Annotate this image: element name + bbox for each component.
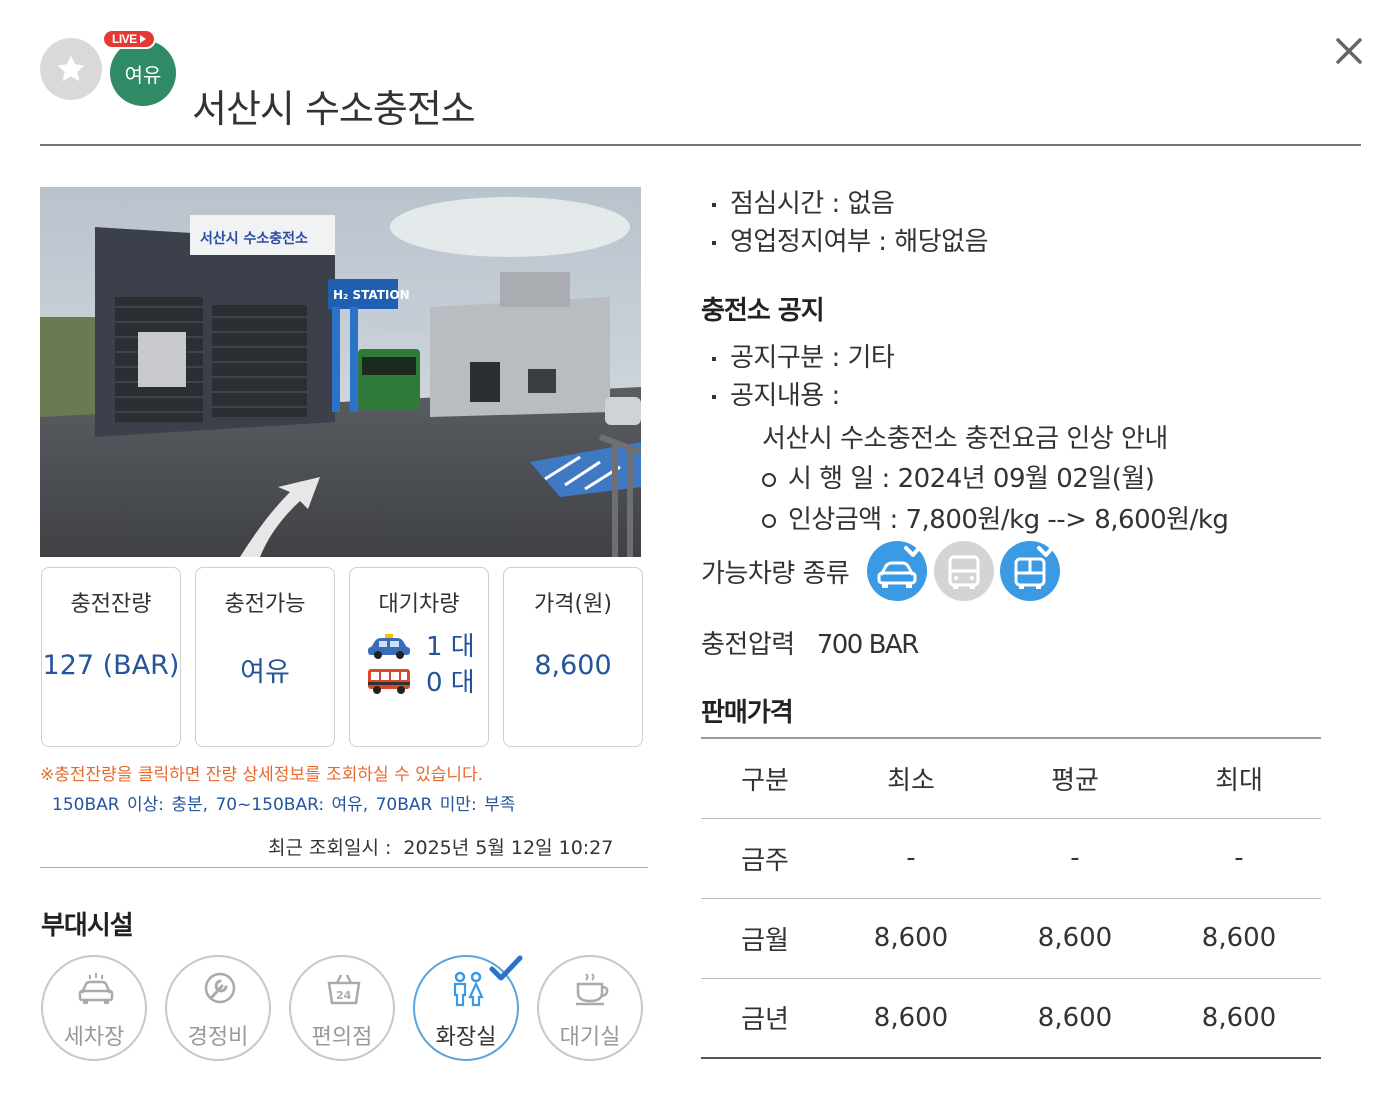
- notice-line-2: 시 행 일 : 2024년 09월 02일(월): [762, 458, 1155, 495]
- coffee-cup-icon: [576, 973, 609, 1006]
- facility-convenience-store: 24 편의점: [289, 955, 395, 1061]
- notice-content-label: 공지내용 :: [712, 375, 840, 412]
- charging-pressure: 충전압력 700 BAR: [701, 624, 920, 661]
- facility-label: 세차장: [63, 1025, 125, 1050]
- photo-h2-sign: H₂ STATION: [333, 288, 410, 302]
- table-cell: 8,600: [873, 923, 949, 953]
- facility-label: 대기실: [559, 1025, 621, 1050]
- remaining-pressure-label: 충전잔량: [70, 592, 152, 617]
- notice-line-2-text: 시 행 일 : 2024년 09월 02일(월): [788, 464, 1155, 494]
- table-header: 최소: [887, 765, 935, 796]
- facility-restroom: 화장실: [413, 955, 523, 1061]
- play-icon: [139, 35, 146, 43]
- vehicle-types-label: 가능차량 종류: [701, 559, 850, 589]
- charging-pressure-value: 700 BAR: [816, 630, 920, 660]
- wrench-icon: [204, 972, 236, 1004]
- price-table-title: 판매가격: [701, 698, 794, 728]
- last-updated-value: 2025년 5월 12일 10:27: [403, 837, 614, 859]
- table-header: 평균: [1051, 765, 1099, 796]
- header-divider: [40, 144, 1361, 146]
- last-updated-label: 최근 조회일시 :: [268, 837, 392, 859]
- waiting-bus-count: 0 대: [426, 668, 475, 698]
- waiting-car-row: 1 대: [366, 626, 475, 663]
- charging-pressure-label: 충전압력: [701, 630, 795, 660]
- svg-text:24: 24: [336, 989, 352, 1002]
- vehicle-type-bus: [934, 541, 994, 601]
- divider: [40, 867, 648, 868]
- table-cell: 금월: [741, 925, 789, 956]
- availability-value: 여유: [240, 657, 290, 688]
- table-cell: 8,600: [873, 1002, 949, 1033]
- facility-label: 경정비: [187, 1025, 249, 1050]
- business-suspension: 영업정지여부 : 해당없음: [712, 221, 989, 258]
- facility-car-wash: 세차장: [41, 955, 147, 1061]
- price-value: 8,600: [534, 650, 612, 681]
- table-cell: 8,600: [1201, 923, 1277, 953]
- live-badge: LIVE: [102, 29, 156, 49]
- status-badge: 여유: [110, 40, 176, 106]
- last-updated: 최근 조회일시 : 2025년 5월 12일 10:27: [268, 833, 613, 860]
- pressure-legend: 150BAR 이상: 충분, 70~150BAR: 여유, 70BAR 미만: …: [52, 795, 516, 815]
- remaining-pressure-card[interactable]: 충전잔량 127 (BAR): [41, 567, 181, 747]
- table-header-row: 구분 최소 평균 최대: [701, 738, 1321, 818]
- table-row: 금년 8,600 8,600 8,600: [701, 978, 1321, 1058]
- circle-bullet-icon: [762, 513, 776, 528]
- bus-icon: [368, 668, 410, 694]
- vehicle-type-car: [867, 538, 928, 601]
- facility-waiting-room: 대기실: [537, 955, 643, 1061]
- star-icon: [57, 55, 85, 82]
- lunch-time: 점심시간 : 없음: [712, 183, 895, 220]
- table-cell: -: [1070, 843, 1080, 873]
- table-header: 구분: [741, 765, 789, 796]
- price-label: 가격(원): [534, 592, 612, 617]
- notice-line-3: 인상금액 : 7,800원/kg --> 8,600원/kg: [762, 499, 1229, 536]
- facility-label: 화장실: [435, 1025, 497, 1050]
- car-icon: [368, 633, 410, 659]
- facilities-title: 부대시설: [41, 911, 134, 941]
- remaining-click-note: ※충전잔량을 클릭하면 잔량 상세정보를 조회하실 수 있습니다.: [40, 765, 484, 785]
- live-badge-label: LIVE: [112, 32, 137, 46]
- table-cell: 금년: [741, 1005, 789, 1036]
- table-cell: 금주: [741, 845, 789, 876]
- checkmark-icon: [904, 538, 928, 557]
- notice-line-3-text: 인상금액 : 7,800원/kg --> 8,600원/kg: [788, 505, 1229, 535]
- notice-title: 충전소 공지: [701, 296, 825, 326]
- table-header: 최대: [1215, 765, 1263, 796]
- table-cell: 8,600: [1037, 923, 1113, 953]
- price-table: 구분 최소 평균 최대 금주 - - - 금월 8,600 8,600 8,60…: [701, 737, 1321, 1059]
- vehicle-type-city-bus: [1000, 538, 1061, 601]
- waiting-vehicles-card: 대기차량 1 대 0 대: [349, 567, 489, 747]
- waiting-car-count: 1 대: [426, 632, 475, 662]
- notice-category: 공지구분 : 기타: [712, 337, 895, 374]
- checkmark-icon: [1037, 538, 1061, 557]
- checkmark-icon: [489, 955, 523, 981]
- facility-label: 편의점: [311, 1025, 373, 1050]
- restroom-icon: [453, 971, 484, 1007]
- waiting-vehicles-label: 대기차량: [378, 592, 460, 617]
- availability-label: 충전가능: [224, 592, 306, 617]
- close-icon[interactable]: [1332, 34, 1366, 68]
- station-title: 서산시 수소충전소: [192, 87, 476, 131]
- facility-maintenance: 경정비: [165, 955, 271, 1061]
- photo-sign: 서산시 수소충전소: [200, 230, 308, 247]
- station-photo: 서산시 수소충전소 H₂ STATION: [40, 187, 641, 557]
- table-row: 금주 - - -: [701, 818, 1321, 898]
- notice-line-1: 서산시 수소충전소 충전요금 인상 안내: [762, 424, 1168, 454]
- table-cell: -: [1234, 843, 1244, 873]
- table-cell: 8,600: [1037, 1002, 1113, 1033]
- availability-card: 충전가능 여유: [195, 567, 335, 747]
- table-row: 금월 8,600 8,600 8,600: [701, 898, 1321, 978]
- table-cell: 8,600: [1201, 1002, 1277, 1033]
- table-cell: -: [906, 843, 916, 873]
- circle-bullet-icon: [762, 472, 776, 487]
- store-24-icon: 24: [327, 974, 361, 1005]
- remaining-pressure-value[interactable]: 127 (BAR): [42, 650, 180, 681]
- waiting-bus-row: 0 대: [366, 662, 475, 699]
- car-wash-icon: [78, 973, 114, 1004]
- bus-icon: [948, 555, 980, 589]
- favorite-button[interactable]: [40, 38, 102, 100]
- price-card: 가격(원) 8,600: [503, 567, 643, 747]
